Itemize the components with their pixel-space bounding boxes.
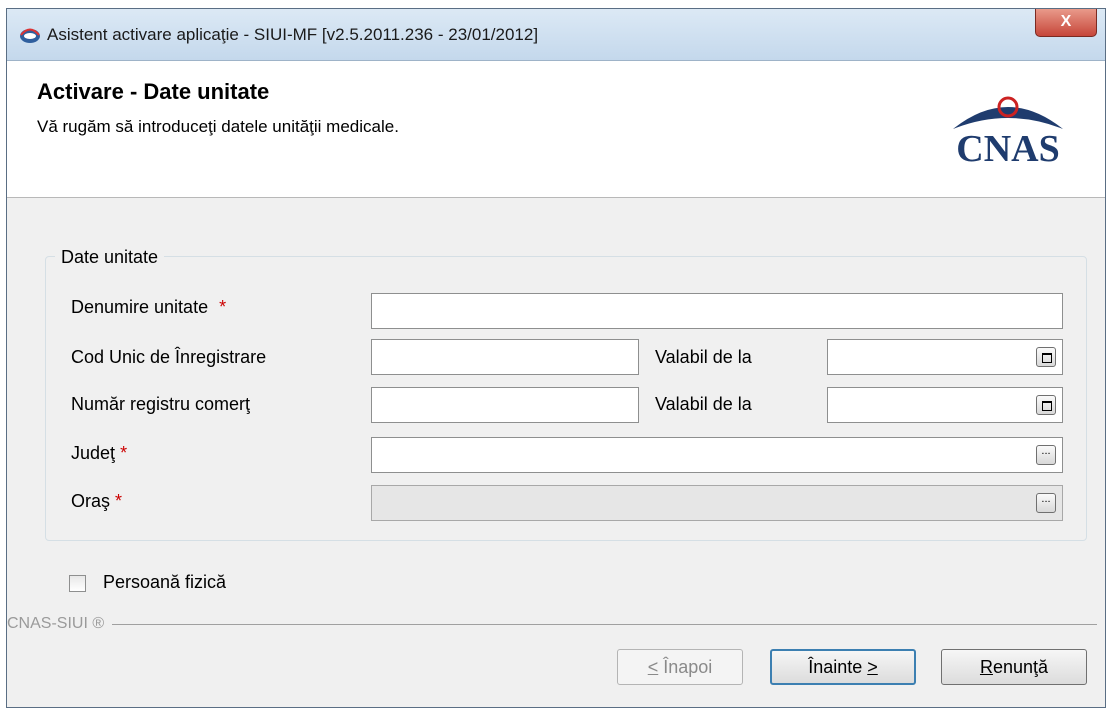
oras-text: Oraş [71, 491, 111, 511]
denumire-unitate-label: Denumire unitate * [71, 297, 226, 318]
next-button[interactable]: Înainte > [770, 649, 916, 685]
oras-browse-button[interactable]: ... [1036, 493, 1056, 513]
window-title: Asistent activare aplicaţie - SIUI-MF [v… [47, 25, 539, 44]
wizard-header: Activare - Date unitate Vă rugăm să intr… [7, 61, 1105, 198]
cancel-button[interactable]: Renunţă [941, 649, 1087, 685]
cnas-logo: CNAS [953, 96, 1063, 167]
back-button[interactable]: < Înapoi [617, 649, 743, 685]
denumire-unitate-input[interactable] [371, 293, 1063, 329]
back-prefix: < [647, 657, 659, 677]
judet-text: Judeţ [71, 443, 116, 463]
calendar-button-1[interactable] [1036, 347, 1056, 367]
page-subtitle: Vă rugăm să introduceţi datele unităţii … [37, 117, 399, 136]
required-mark: * [115, 491, 123, 511]
close-icon: X [1060, 13, 1072, 30]
activation-wizard-window: Asistent activare aplicaţie - SIUI-MF [v… [6, 8, 1106, 708]
cancel-mnemonic: R [979, 657, 993, 677]
oras-label: Oraş * [71, 491, 122, 512]
oras-input[interactable]: ... [371, 485, 1063, 521]
close-button[interactable]: X [1035, 9, 1097, 37]
valabil-de-la-date-2[interactable] [827, 387, 1063, 423]
persoana-fizica-checkbox[interactable] [69, 575, 86, 592]
cnas-siui-brand: CNAS-SIUI ® [7, 615, 113, 633]
cod-unic-input[interactable] [371, 339, 639, 375]
calendar-icon [1042, 401, 1052, 411]
calendar-button-2[interactable] [1036, 395, 1056, 415]
valabil-de-la-date-1[interactable] [827, 339, 1063, 375]
calendar-icon [1042, 353, 1052, 363]
denumire-unitate-text: Denumire unitate [71, 297, 209, 317]
cnas-app-icon [20, 28, 40, 43]
logo-text: CNAS [956, 128, 1059, 167]
judet-browse-button[interactable]: ... [1036, 445, 1056, 465]
cancel-label: enunţă [992, 657, 1049, 677]
valabil-de-la-label-1: Valabil de la [655, 347, 752, 367]
footer-divider [7, 624, 1097, 625]
next-label: Înainte [808, 657, 868, 677]
group-title: Date unitate [55, 247, 165, 268]
required-mark: * [120, 443, 128, 463]
next-suffix: > [867, 657, 878, 677]
required-mark: * [219, 297, 227, 317]
cod-unic-label: Cod Unic de Înregistrare [71, 347, 267, 367]
persoana-fizica-label: Persoană fizică [103, 572, 227, 592]
numar-registru-label: Număr registru comerţ [71, 394, 251, 414]
page-title: Activare - Date unitate [37, 79, 270, 104]
numar-registru-input[interactable] [371, 387, 639, 423]
judet-input[interactable]: ... [371, 437, 1063, 473]
title-bar[interactable]: Asistent activare aplicaţie - SIUI-MF [v… [7, 9, 1105, 61]
back-label: Înapoi [658, 657, 713, 677]
valabil-de-la-label-2: Valabil de la [655, 394, 752, 414]
judet-label: Judeţ * [71, 443, 127, 464]
